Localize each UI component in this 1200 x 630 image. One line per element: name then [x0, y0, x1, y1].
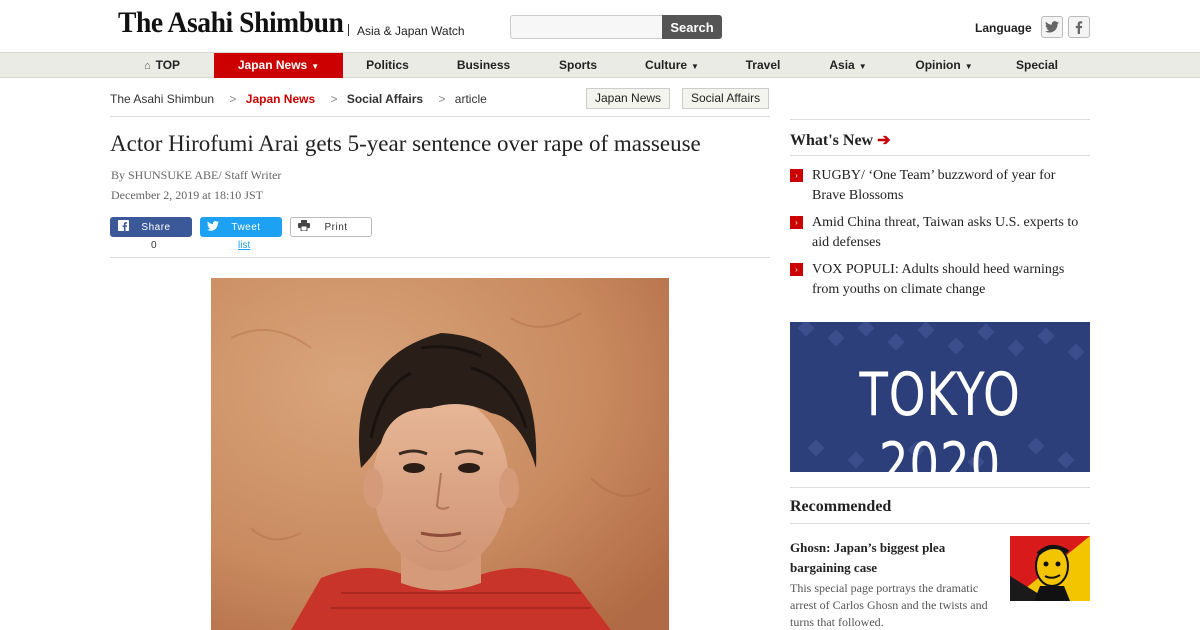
whats-new-title: What's New	[790, 132, 874, 149]
nav-label: TOP	[155, 58, 181, 72]
chevron-down-icon: ▼	[858, 62, 867, 71]
nav-label: Culture	[645, 58, 688, 72]
nav-label: Business	[456, 58, 511, 72]
nav-item-japan-news[interactable]: Japan News ▼	[214, 53, 343, 78]
printer-icon	[295, 220, 313, 234]
tweet-label: Tweet	[231, 221, 261, 233]
news-item[interactable]: › RUGBY/ ‘One Team’ buzzword of year for…	[790, 166, 1090, 210]
site-header: The Asahi Shimbun Asia & Japan Watch Sea…	[0, 0, 1200, 52]
divider	[110, 116, 770, 117]
news-headline[interactable]: Amid China threat, Taiwan asks U.S. expe…	[812, 213, 1090, 253]
search-input[interactable]	[510, 15, 663, 39]
facebook-share-button[interactable]: Share	[110, 217, 192, 237]
breadcrumb-social-affairs[interactable]: Social Affairs	[347, 92, 423, 106]
search-button[interactable]: Search	[662, 15, 722, 39]
chevron-down-icon: ▼	[964, 62, 973, 71]
recommended-thumbnail[interactable]	[1010, 536, 1090, 601]
recommended-description: This special page portrays the dramatic …	[790, 581, 988, 629]
main-nav: ⌂ TOP Japan News ▼ Politics Business Sport…	[0, 52, 1200, 78]
recommended-title[interactable]: Ghosn: Japan’s biggest plea bargaining c…	[790, 538, 1000, 578]
news-headline[interactable]: RUGBY/ ‘One Team’ buzzword of year for B…	[812, 166, 1090, 206]
facebook-icon[interactable]	[1068, 16, 1090, 38]
bullet-icon: ›	[790, 216, 803, 229]
divider	[790, 155, 1090, 156]
twitter-icon	[204, 220, 222, 234]
share-label: Share	[141, 221, 171, 233]
language-link[interactable]: Language	[975, 21, 1032, 35]
twitter-icon[interactable]	[1041, 16, 1063, 38]
nav-item-business[interactable]: Business	[447, 53, 520, 78]
article-byline: By SHUNSUKE ABE/ Staff Writer	[111, 168, 282, 182]
divider	[110, 257, 770, 258]
tokyo-2020-banner[interactable]: TOKYO 2020	[790, 322, 1090, 472]
nav-item-sports[interactable]: Sports	[548, 53, 608, 78]
divider	[790, 119, 1090, 120]
breadcrumb-separator: >	[229, 92, 237, 106]
breadcrumb-separator: >	[438, 92, 446, 106]
facebook-share-count: 0	[151, 240, 157, 251]
nav-item-opinion[interactable]: Opinion ▼	[905, 53, 983, 78]
bullet-icon: ›	[790, 169, 803, 182]
logo-subtitle[interactable]: Asia & Japan Watch	[357, 24, 465, 38]
divider	[790, 487, 1090, 488]
breadcrumb-japan-news[interactable]: Japan News	[246, 92, 315, 106]
news-item[interactable]: › Amid China threat, Taiwan asks U.S. ex…	[790, 213, 1090, 257]
breadcrumb-home[interactable]: The Asahi Shimbun	[110, 92, 214, 106]
breadcrumb: The Asahi Shimbun > Japan News > Social …	[110, 92, 493, 106]
banner-text: TOKYO 2020	[859, 360, 1021, 472]
nav-label: Asia	[829, 58, 855, 72]
logo-divider	[348, 24, 349, 36]
nav-item-politics[interactable]: Politics	[355, 53, 420, 78]
nav-label: Sports	[558, 58, 597, 72]
nav-item-asia[interactable]: Asia ▼	[818, 53, 878, 78]
bullet-icon: ›	[790, 263, 803, 276]
tweet-button[interactable]: Tweet	[200, 217, 282, 237]
divider	[790, 523, 1090, 524]
breadcrumb-current: article	[454, 92, 487, 106]
nav-item-culture[interactable]: Culture ▼	[636, 53, 708, 78]
nav-item-travel[interactable]: Travel	[735, 53, 791, 78]
print-button[interactable]: Print	[290, 217, 372, 237]
nav-item-special[interactable]: Special	[1005, 53, 1069, 78]
print-label: Print	[324, 221, 348, 233]
article-photo[interactable]	[211, 278, 669, 630]
news-item[interactable]: › VOX POPULI: Adults should heed warning…	[790, 260, 1090, 304]
article-date: December 2, 2019 at 18:10 JST	[111, 188, 263, 202]
facebook-icon	[114, 220, 132, 234]
arrow-right-icon: ➔	[877, 132, 891, 149]
news-headline[interactable]: VOX POPULI: Adults should heed warnings …	[812, 260, 1090, 300]
chevron-down-icon: ▼	[311, 62, 320, 71]
nav-label: Special	[1015, 58, 1059, 72]
whats-new-heading[interactable]: What's New ➔	[790, 130, 891, 150]
nav-label: Politics	[366, 58, 409, 72]
site-logo[interactable]: The Asahi Shimbun	[118, 6, 344, 40]
tag-social-affairs[interactable]: Social Affairs	[682, 88, 770, 109]
chevron-down-icon: ▼	[691, 62, 699, 71]
tag-japan-news[interactable]: Japan News	[586, 88, 671, 109]
nav-item-top[interactable]: ⌂ TOP	[130, 53, 194, 78]
recommended-heading: Recommended	[790, 498, 892, 515]
tweet-list-link[interactable]: list	[238, 240, 250, 251]
home-icon: ⌂	[143, 60, 151, 72]
article-headline: Actor Hirofumi Arai gets 5-year sentence…	[110, 131, 701, 156]
nav-label: Japan News	[237, 58, 308, 72]
nav-label: Opinion	[915, 58, 961, 72]
breadcrumb-separator: >	[330, 92, 338, 106]
nav-label: Travel	[745, 58, 781, 72]
